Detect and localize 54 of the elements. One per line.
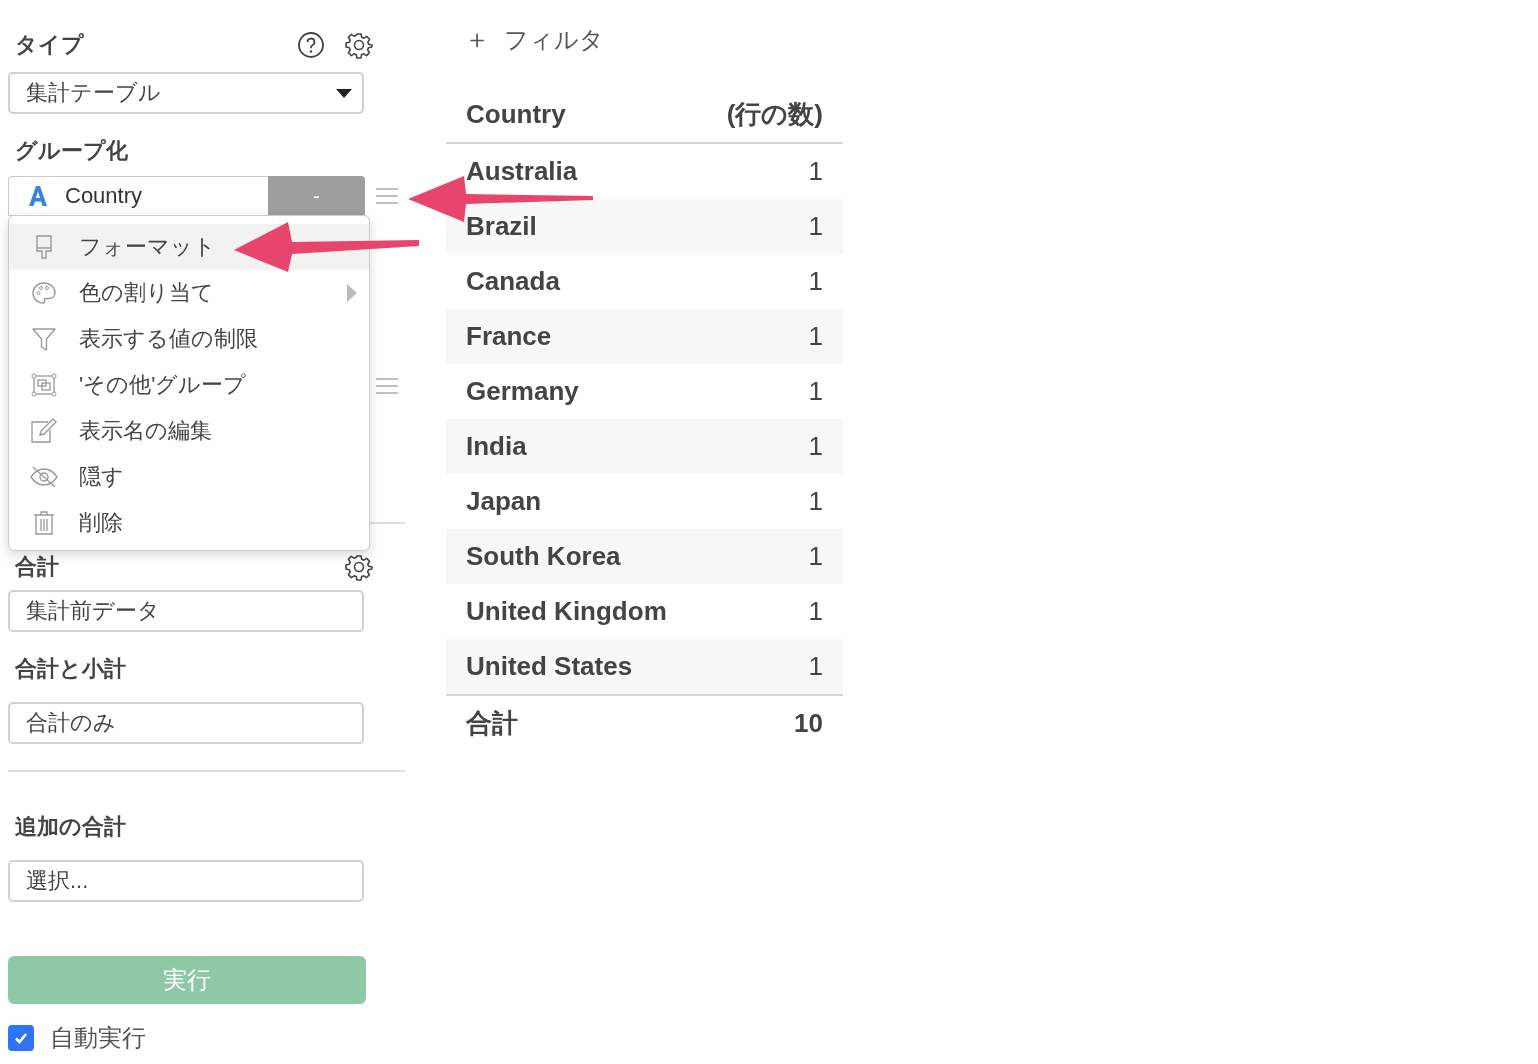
column-header: Country: [446, 87, 700, 143]
filter-icon: [29, 326, 59, 352]
auto-run-checkbox[interactable]: [8, 1025, 34, 1051]
total-label: 合計: [15, 553, 59, 581]
table-cell: 1: [808, 651, 823, 681]
menu-item[interactable]: 'その他'グループ: [9, 362, 369, 408]
table-cell: Germany: [466, 376, 579, 406]
table-cell: 1: [808, 211, 823, 241]
menu-item[interactable]: 表示する値の制限: [9, 316, 369, 362]
table-cell: 1: [808, 321, 823, 351]
extra-total-label: 追加の合計: [14, 813, 127, 841]
total-select[interactable]: 集計前データ: [8, 590, 364, 632]
total-cell: 10: [699, 695, 843, 751]
table-cell: Japan: [466, 486, 542, 516]
total-cell: 合計: [446, 695, 700, 751]
menu-item[interactable]: 色の割り当て: [9, 270, 369, 316]
menu-item[interactable]: 削除: [9, 500, 369, 546]
extra-total-field[interactable]: 選択...: [8, 860, 364, 902]
table-cell: 1: [808, 156, 823, 186]
settings-icon[interactable]: [345, 31, 373, 59]
table-cell: 1: [808, 541, 823, 571]
drag-handle-icon[interactable]: [376, 378, 398, 394]
menu-item[interactable]: 表示名の編集: [9, 408, 369, 454]
help-icon[interactable]: [297, 31, 325, 59]
drag-handle-icon[interactable]: [376, 188, 398, 204]
subtotal-label: 合計と小計: [14, 655, 127, 683]
auto-run-label: 自動実行: [50, 1023, 146, 1053]
add-filter-button[interactable]: ＋ フィルタ: [464, 22, 604, 57]
caret-icon: [336, 88, 352, 98]
table-cell: 1: [808, 266, 823, 296]
table-cell: South Korea: [466, 541, 621, 571]
table-cell: India: [466, 431, 527, 461]
table-cell: Canada: [466, 266, 560, 296]
table-cell: France: [466, 321, 552, 351]
palette-icon: [29, 281, 59, 305]
group-label: グループ化: [14, 137, 129, 165]
table-cell: Australia: [466, 156, 578, 186]
table-cell: 1: [808, 596, 823, 626]
edit-icon: [29, 418, 59, 444]
group-icon: [29, 373, 59, 397]
type-label: タイプ: [15, 31, 84, 59]
table-cell: 1: [808, 431, 823, 461]
menu-item[interactable]: 隠す: [9, 454, 369, 500]
table-cell: 1: [808, 486, 823, 516]
type-select[interactable]: 集計テーブル: [8, 72, 364, 114]
table-cell: Brazil: [466, 211, 537, 241]
column-header: (行の数): [699, 87, 843, 143]
table-cell: United States: [466, 651, 633, 681]
table-cell: United Kingdom: [466, 596, 667, 626]
text-type-icon: [27, 185, 49, 207]
table-cell: 1: [808, 376, 823, 406]
subtotal-select[interactable]: 合計のみ: [8, 702, 364, 744]
hidden-eye-icon: [29, 465, 59, 489]
settings-icon[interactable]: [345, 553, 373, 581]
